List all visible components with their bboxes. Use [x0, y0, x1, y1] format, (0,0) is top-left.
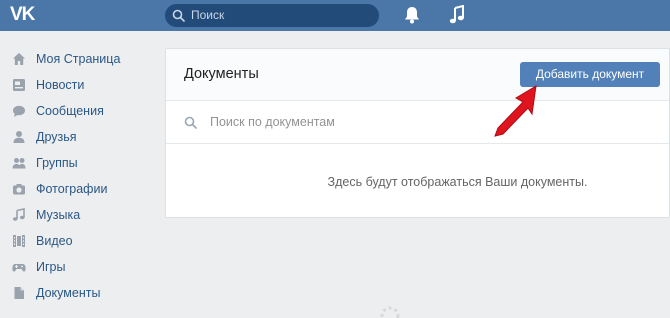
sidebar-item-documents[interactable]: Документы [0, 281, 150, 307]
sidebar-item-music[interactable]: Музыка [0, 203, 150, 229]
music-icon [12, 208, 25, 221]
sidebar-item-groups[interactable]: Группы [0, 151, 150, 177]
search-icon [172, 9, 185, 22]
sidebar-item-label: Музыка [36, 208, 81, 222]
sidebar-item-label: Моя Страница [36, 52, 121, 66]
sidebar-item-my-page[interactable]: Моя Страница [0, 47, 150, 73]
sidebar-item-label: Группы [36, 156, 78, 170]
groups-icon [12, 158, 26, 169]
red-arrow-annotation [494, 85, 537, 137]
vk-logo[interactable]: VK [10, 4, 35, 26]
document-icon [14, 287, 24, 299]
sidebar-item-label: Сообщения [36, 104, 104, 118]
camera-icon [13, 184, 25, 195]
documents-search-input[interactable]: Поиск по документам [166, 102, 669, 144]
global-search-input[interactable]: Поиск [165, 4, 379, 27]
friend-icon [13, 131, 25, 143]
documents-panel: Документы Добавить документ Поиск по док… [165, 48, 670, 218]
video-icon [13, 235, 25, 247]
sidebar-item-label: Документы [36, 286, 101, 300]
page-title: Документы [184, 66, 259, 82]
sidebar-item-label: Новости [36, 78, 85, 92]
documents-header: Документы Добавить документ [166, 49, 669, 101]
news-icon [13, 79, 25, 91]
sidebar-item-friends[interactable]: Друзья [0, 125, 150, 151]
music-note-icon[interactable] [449, 5, 465, 25]
empty-state-message: Здесь будут отображаться Ваши документы. [327, 175, 588, 189]
search-icon [184, 116, 197, 129]
sidebar-item-label: Друзья [36, 130, 77, 144]
sidebar-item-photos[interactable]: Фотографии [0, 177, 150, 203]
sidebar-item-news[interactable]: Новости [0, 73, 150, 99]
sidebar-item-messages[interactable]: Сообщения [0, 99, 150, 125]
bell-icon[interactable] [404, 6, 420, 24]
sidebar-item-games[interactable]: Игры [0, 255, 150, 281]
sidebar-item-video[interactable]: Видео [0, 229, 150, 255]
top-header: VK Поиск [0, 0, 670, 31]
messages-icon [13, 105, 25, 117]
gamepad-icon [12, 264, 26, 272]
home-icon [13, 53, 25, 65]
sidebar-item-label: Игры [36, 260, 66, 274]
loading-spinner-icon [380, 306, 400, 318]
documents-search-placeholder: Поиск по документам [210, 115, 335, 129]
sidebar-item-label: Видео [36, 234, 73, 248]
left-sidebar: Моя Страница Новости Сообщения Друзья Гр… [0, 47, 150, 307]
sidebar-item-label: Фотографии [36, 182, 108, 196]
global-search-placeholder: Поиск [191, 8, 225, 22]
